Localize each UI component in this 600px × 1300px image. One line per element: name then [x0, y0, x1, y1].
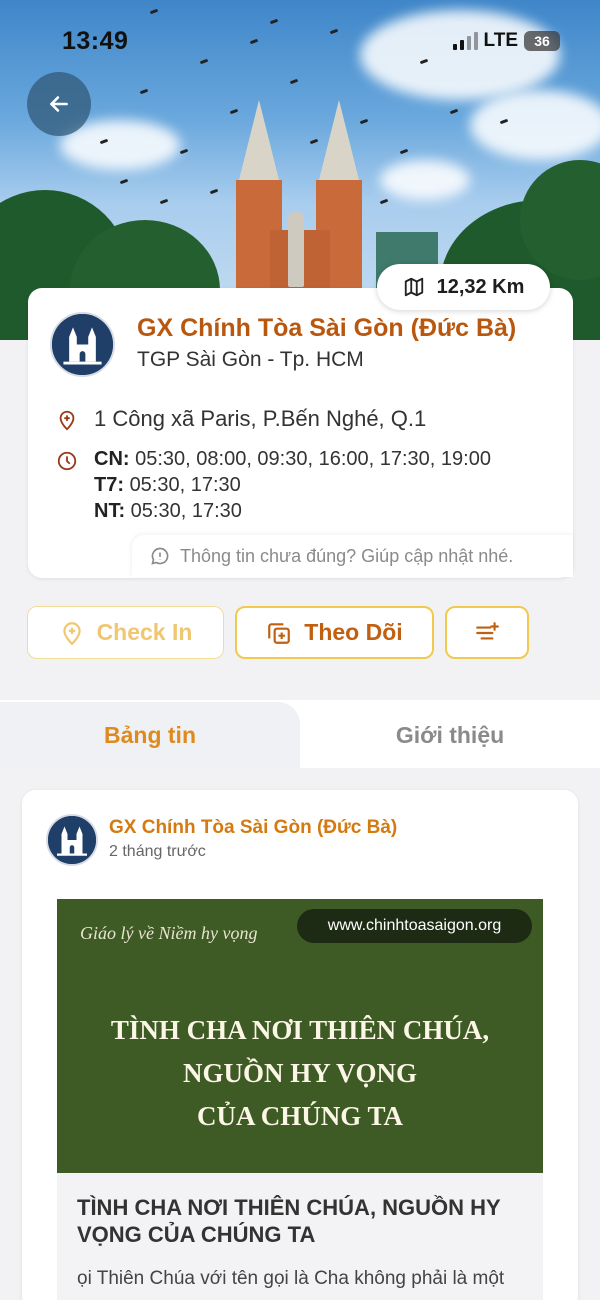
post-image-subtitle: Giáo lý về Niềm hy vọng — [80, 923, 258, 943]
back-button[interactable] — [27, 72, 91, 136]
tab-about[interactable]: Giới thiệu — [300, 702, 600, 768]
follow-button[interactable]: Theo Dõi — [235, 606, 434, 659]
church-address: 1 Công xã Paris, P.Bến Nghé, Q.1 — [94, 406, 427, 431]
follow-label: Theo Dõi — [304, 619, 403, 645]
update-info-text: Thông tin chưa đúng? Giúp cập nhật nhé. — [180, 545, 514, 566]
distance-text: 12,32 Km — [436, 275, 525, 298]
status-indicators: LTE 36 — [452, 30, 560, 52]
mass-time-row: CN: 05:30, 08:00, 09:30, 16:00, 17:30, 1… — [94, 448, 491, 470]
signal-icon — [452, 32, 478, 50]
mass-times: CN: 05:30, 08:00, 09:30, 16:00, 17:30, 1… — [94, 446, 491, 524]
post-excerpt: ọi Thiên Chúa với tên gọi là Cha không p… — [77, 1268, 505, 1289]
list-add-icon — [476, 621, 499, 639]
location-add-icon — [62, 621, 81, 645]
church-logo — [50, 312, 115, 377]
chat-bubble-icon — [151, 547, 169, 565]
update-info-link[interactable]: Thông tin chưa đúng? Giúp cập nhật nhé. — [132, 535, 573, 577]
post-title[interactable]: TÌNH CHA NƠI THIÊN CHÚA, NGUỒN HY VỌNG C… — [77, 1194, 537, 1248]
tab-news[interactable]: Bảng tin — [0, 702, 300, 768]
distance-badge[interactable]: 12,32 Km — [377, 264, 550, 310]
check-in-button[interactable]: Check In — [27, 606, 224, 659]
mass-time-row: T7: 05:30, 17:30 — [94, 474, 241, 496]
check-in-label: Check In — [96, 619, 193, 645]
network-label: LTE — [483, 30, 518, 51]
battery-icon: 36 — [524, 31, 560, 51]
post-image[interactable]: Giáo lý về Niềm hy vọng www.chinhtoasaig… — [57, 899, 543, 1173]
location-pin-icon — [59, 410, 75, 431]
arrow-left-icon — [50, 96, 68, 112]
add-copy-icon — [268, 622, 291, 644]
mass-time-row: NT: 05:30, 17:30 — [94, 500, 242, 522]
post-author-avatar — [46, 814, 98, 866]
post-time: 2 tháng trước — [109, 843, 206, 860]
church-name: GX Chính Tòa Sài Gòn (Đức Bà) — [137, 314, 517, 342]
add-list-button[interactable] — [445, 606, 529, 659]
church-diocese: TGP Sài Gòn - Tp. HCM — [137, 348, 364, 371]
post-author[interactable]: GX Chính Tòa Sài Gòn (Đức Bà) — [109, 817, 397, 839]
status-time: 13:49 — [62, 27, 129, 55]
clock-icon — [57, 451, 77, 471]
post-image-url: www.chinhtoasaigon.org — [297, 909, 532, 943]
post-image-headline: TÌNH CHA NƠI THIÊN CHÚA, NGUỒN HY VỌNG C… — [110, 1015, 490, 1131]
map-icon — [404, 277, 423, 297]
